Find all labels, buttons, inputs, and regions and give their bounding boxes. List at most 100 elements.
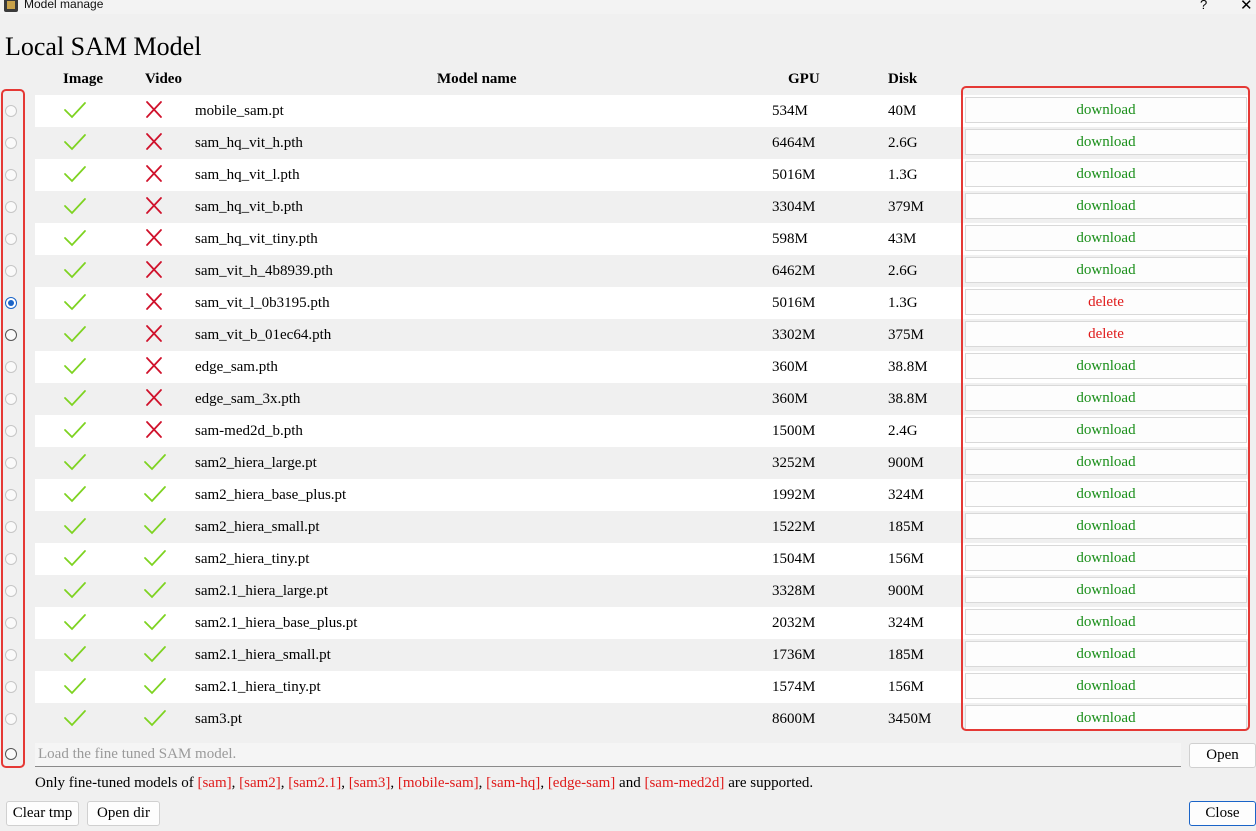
model-select-radio[interactable]: [5, 393, 17, 405]
supported-model-tag: [sam-med2d]: [644, 775, 725, 791]
check-icon: [144, 710, 166, 727]
note-separator: ,: [540, 775, 548, 791]
table-row: sam2.1_hiera_base_plus.pt 2032M 324M downlo…: [35, 607, 1249, 639]
download-button[interactable]: download: [965, 385, 1247, 411]
cross-icon: [146, 229, 162, 246]
close-button[interactable]: Close: [1189, 801, 1256, 826]
window-close-button[interactable]: ✕: [1240, 0, 1253, 14]
model-select-radio[interactable]: [5, 137, 17, 149]
open-dir-button[interactable]: Open dir: [87, 801, 160, 826]
page-title: Local SAM Model: [5, 32, 202, 61]
video-support-cell: [143, 452, 167, 472]
image-support-cell: [63, 164, 87, 184]
help-button[interactable]: ?: [1200, 0, 1207, 12]
gpu-value: 360M: [772, 359, 808, 375]
supported-model-tag: [edge-sam]: [547, 775, 616, 791]
model-name: sam_hq_vit_l.pth: [195, 167, 300, 183]
disk-value: 2.6G: [888, 135, 918, 151]
table-row: sam2.1_hiera_large.pt 3328M 900M download: [35, 575, 1249, 607]
download-button[interactable]: download: [965, 705, 1247, 731]
model-select-radio[interactable]: [5, 713, 17, 725]
download-button[interactable]: download: [965, 609, 1247, 635]
disk-value: 38.8M: [888, 391, 928, 407]
model-select-radio[interactable]: [5, 233, 17, 245]
note-prefix: Only fine-tuned models of: [35, 775, 198, 791]
check-icon: [64, 710, 86, 727]
clear-tmp-button[interactable]: Clear tmp: [6, 801, 79, 826]
model-select-radio[interactable]: [5, 617, 17, 629]
model-name: sam-med2d_b.pth: [195, 423, 303, 439]
model-select-radio[interactable]: [5, 265, 17, 277]
model-select-radio[interactable]: [5, 553, 17, 565]
disk-value: 38.8M: [888, 359, 928, 375]
download-button[interactable]: download: [965, 545, 1247, 571]
download-button[interactable]: download: [965, 97, 1247, 123]
download-button[interactable]: download: [965, 417, 1247, 443]
model-name: sam2_hiera_large.pt: [195, 455, 317, 471]
download-button[interactable]: download: [965, 129, 1247, 155]
fine-tuned-model-path-input[interactable]: [35, 743, 1181, 767]
check-icon: [64, 134, 86, 151]
image-support-cell: [63, 228, 87, 248]
model-select-radio[interactable]: [5, 329, 17, 341]
model-select-radio[interactable]: [5, 297, 17, 309]
download-button[interactable]: download: [965, 641, 1247, 667]
open-button[interactable]: Open: [1189, 743, 1256, 768]
download-button[interactable]: download: [965, 161, 1247, 187]
download-button[interactable]: download: [965, 673, 1247, 699]
delete-button[interactable]: delete: [965, 289, 1247, 315]
model-select-radio[interactable]: [5, 425, 17, 437]
model-select-radio[interactable]: [5, 681, 17, 693]
model-name: sam2.1_hiera_small.pt: [195, 647, 331, 663]
gpu-value: 534M: [772, 103, 808, 119]
gpu-value: 360M: [772, 391, 808, 407]
model-select-radio[interactable]: [5, 521, 17, 533]
table-row: edge_sam_3x.pth 360M 38.8M download: [35, 383, 1249, 415]
column-header-disk: Disk: [888, 71, 918, 87]
check-icon: [64, 518, 86, 535]
video-support-cell: [143, 612, 167, 632]
download-button[interactable]: download: [965, 449, 1247, 475]
model-select-radio[interactable]: [5, 649, 17, 661]
check-icon: [64, 294, 86, 311]
video-support-cell: [143, 644, 167, 664]
disk-value: 1.3G: [888, 167, 918, 183]
download-button[interactable]: download: [965, 577, 1247, 603]
cross-icon: [146, 165, 162, 182]
check-icon: [144, 614, 166, 631]
disk-value: 900M: [888, 455, 924, 471]
download-button[interactable]: download: [965, 513, 1247, 539]
table-row: sam_vit_b_01ec64.pth 3302M 375M delete: [35, 319, 1249, 351]
image-support-cell: [63, 516, 87, 536]
model-select-radio[interactable]: [5, 489, 17, 501]
model-select-radio[interactable]: [5, 585, 17, 597]
model-name: mobile_sam.pt: [195, 103, 284, 119]
check-icon: [64, 358, 86, 375]
download-button[interactable]: download: [965, 257, 1247, 283]
model-name: sam_hq_vit_tiny.pth: [195, 231, 318, 247]
fine-tuned-radio[interactable]: [5, 748, 17, 760]
download-button[interactable]: download: [965, 481, 1247, 507]
model-select-radio[interactable]: [5, 169, 17, 181]
model-select-radio[interactable]: [5, 361, 17, 373]
gpu-value: 3302M: [772, 327, 816, 343]
model-select-radio[interactable]: [5, 201, 17, 213]
disk-value: 324M: [888, 487, 924, 503]
check-icon: [64, 390, 86, 407]
model-name: sam2_hiera_base_plus.pt: [195, 487, 347, 503]
image-support-cell: [63, 132, 87, 152]
video-support-cell: [143, 708, 167, 728]
delete-button[interactable]: delete: [965, 321, 1247, 347]
disk-value: 3450M: [888, 711, 932, 727]
download-button[interactable]: download: [965, 193, 1247, 219]
title-bar: Model manage ? ✕: [0, 0, 1256, 14]
video-support-cell: [143, 548, 167, 568]
download-button[interactable]: download: [965, 353, 1247, 379]
model-select-radio[interactable]: [5, 105, 17, 117]
disk-value: 185M: [888, 647, 924, 663]
gpu-value: 1736M: [772, 647, 816, 663]
model-select-radio[interactable]: [5, 457, 17, 469]
column-header-model-name: Model name: [437, 71, 517, 87]
download-button[interactable]: download: [965, 225, 1247, 251]
disk-value: 40M: [888, 103, 917, 119]
